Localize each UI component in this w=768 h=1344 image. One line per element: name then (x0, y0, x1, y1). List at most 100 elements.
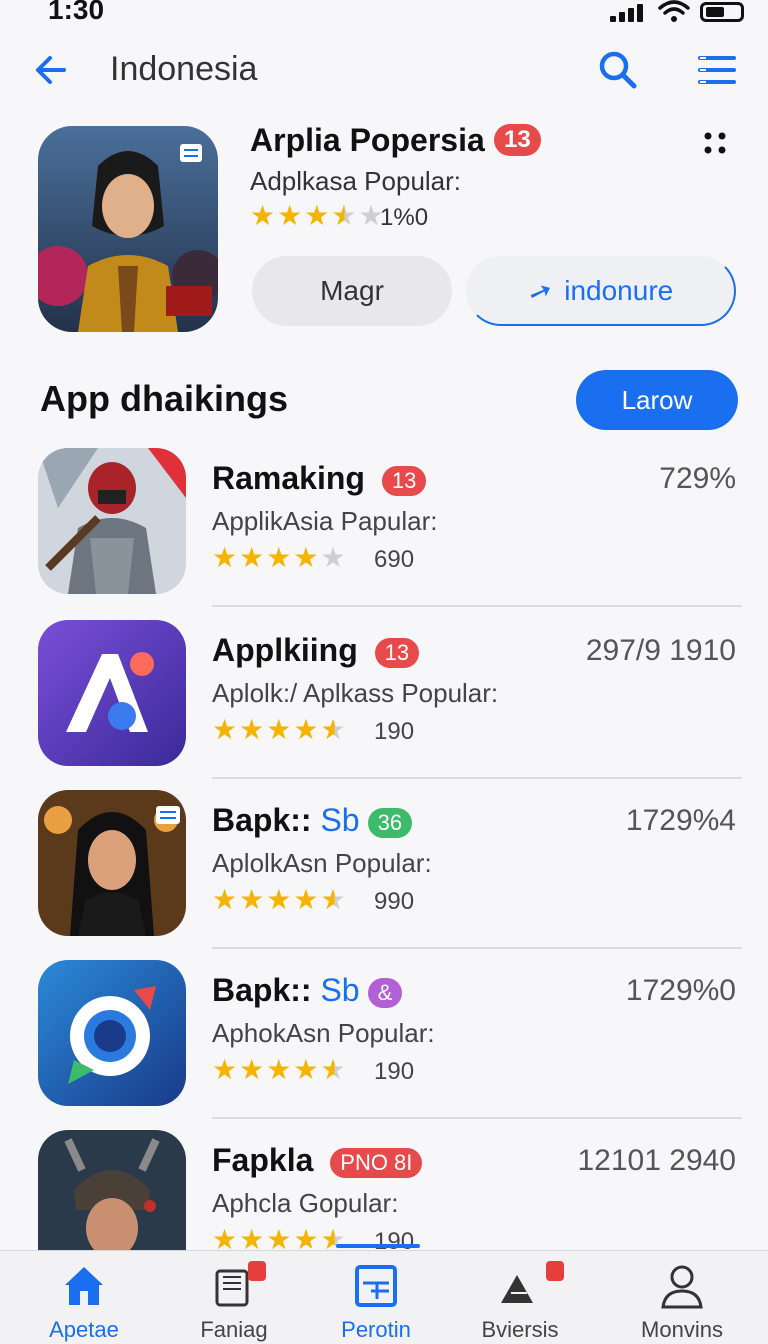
tab-label: Perotin (341, 1317, 411, 1342)
star-icon: ★ (250, 200, 276, 231)
featured-app-title: Arplia Popersia (250, 122, 485, 158)
featured-app-subtitle: Adplkasa Popular: (250, 166, 462, 196)
star-icon: ★ (293, 1054, 319, 1085)
star-icon: ★ (320, 542, 346, 573)
scroll-indicator (336, 1244, 420, 1248)
age-badge: 13 (381, 465, 427, 496)
more-options-icon[interactable] (700, 128, 730, 158)
tab-label: Monvins (641, 1317, 723, 1342)
rating-count: 690 (374, 546, 415, 573)
tab-label: Bviersis (481, 1317, 559, 1342)
star-icon: ★ (320, 714, 346, 745)
notification-dot (546, 1261, 564, 1281)
app-row[interactable]: Bapk:: Sb 36 AplolkAsn Popular: ★ ★ ★ ★ ★ 990… (0, 788, 768, 958)
see-all-button[interactable]: Larow (576, 370, 738, 430)
divider (212, 1117, 742, 1119)
install-button-label: indonure (564, 275, 674, 306)
age-badge: 13 (374, 637, 420, 668)
star-icon: ★ (266, 714, 292, 745)
rating-stars: ★ ★ ★ ★ ★ (212, 716, 346, 744)
featured-app-icon[interactable] (38, 126, 218, 332)
star-icon: ★ (293, 884, 319, 915)
tab-library[interactable]: Faniag (164, 1251, 304, 1344)
tab-profile[interactable]: Monvins (612, 1251, 752, 1344)
star-icon: ★ (320, 884, 346, 915)
star-icon: ★ (293, 542, 319, 573)
rocket-icon: ➚ (524, 272, 557, 310)
age-badge: & (367, 977, 403, 1008)
app-metric: 12101 2940 (577, 1144, 737, 1177)
app-icon (38, 448, 186, 594)
star-icon: ★ (304, 200, 330, 231)
app-icon (38, 1130, 186, 1250)
header: Indonesia (0, 40, 768, 100)
app-subtitle: Aplolk:/ Aplkass Popular: (212, 678, 499, 708)
star-icon: ★ (266, 884, 292, 915)
app-name: Bapk:: Sb 36 (212, 802, 413, 839)
rating-stars: ★ ★ ★ ★ ★ (212, 1056, 346, 1084)
divider (212, 605, 742, 607)
wifi-icon (658, 0, 690, 22)
manage-button-label: Magr (320, 275, 384, 306)
app-subtitle: ApplikAsia Papular: (212, 506, 438, 536)
app-metric: 297/9 1910 (585, 634, 736, 667)
app-row[interactable]: Ramaking 13 ApplikAsia Papular: ★ ★ ★ ★ ★ 69… (0, 446, 768, 616)
star-icon: ★ (331, 200, 357, 231)
app-icon (38, 620, 186, 766)
star-icon: ★ (212, 884, 238, 915)
app-name: Applkiing 13 (212, 632, 420, 669)
age-badge: 13 (494, 124, 541, 156)
signal-icon (610, 4, 650, 22)
list-menu-icon[interactable] (696, 50, 738, 90)
rating-stars: ★ ★ ★ ★ ★ (212, 886, 346, 914)
app-metric: 729% (659, 462, 736, 495)
star-icon: ★ (320, 1054, 346, 1085)
app-name: Bapk:: Sb & (212, 972, 403, 1009)
app-row[interactable]: Bapk:: Sb & AphokAsn Popular: ★ ★ ★ ★ ★ 190 1… (0, 958, 768, 1128)
star-icon: ★ (239, 884, 265, 915)
back-arrow-icon[interactable] (30, 50, 74, 90)
manage-button[interactable]: Magr (252, 256, 452, 326)
battery-icon (700, 2, 744, 22)
install-button[interactable]: ➚ indonure (466, 256, 736, 326)
bottom-tab-bar: Apetae Faniag Perotin Bviersis Monvins (0, 1250, 768, 1344)
app-subtitle: AphokAsn Popular: (212, 1018, 435, 1048)
rating-stars: ★ ★ ★ ★ ★ (250, 202, 384, 230)
tab-label: Apetae (49, 1317, 119, 1342)
page-title: Indonesia (110, 50, 258, 88)
app-icon (38, 790, 186, 936)
rating-stars: ★ ★ ★ ★ ★ (212, 544, 346, 572)
app-name: Ramaking 13 (212, 460, 427, 497)
star-icon: ★ (239, 542, 265, 573)
app-metric: 1729%4 (625, 804, 736, 837)
see-all-label: Larow (621, 384, 693, 415)
divider (212, 777, 742, 779)
app-row[interactable]: Applkiing 13 Aplolk:/ Aplkass Popular: ★… (0, 618, 768, 788)
rating-count: 190 (374, 1058, 415, 1085)
app-name: Fapkla PNO 8I (212, 1142, 423, 1179)
star-icon: ★ (266, 1054, 292, 1085)
app-subtitle: Aphcla Gopular: (212, 1188, 399, 1218)
tab-updates[interactable]: Perotin (306, 1251, 446, 1344)
star-icon: ★ (293, 714, 319, 745)
star-icon: ★ (239, 1054, 265, 1085)
notification-dot (248, 1261, 266, 1281)
rating-count: 990 (374, 888, 415, 915)
search-icon[interactable] (596, 48, 640, 92)
star-icon: ★ (212, 1054, 238, 1085)
rating-count: 190 (374, 718, 415, 745)
tab-games[interactable]: Bviersis (450, 1251, 590, 1344)
section-title: App dhaikings (40, 378, 289, 419)
app-icon (38, 960, 186, 1106)
home-icon (65, 1267, 103, 1305)
games-icon (501, 1275, 533, 1303)
featured-app-card: Arplia Popersia 13 Adplkasa Popular: ★ ★ ★… (0, 120, 768, 340)
rating-count: 1%0 (380, 204, 429, 231)
age-badge: 36 (367, 807, 413, 838)
profile-icon (661, 1265, 703, 1309)
update-icon (355, 1265, 397, 1307)
tab-home[interactable]: Apetae (14, 1251, 154, 1344)
status-time: 1:30 (48, 0, 105, 25)
star-icon: ★ (277, 200, 303, 231)
status-bar: 1:30 (0, 0, 768, 28)
